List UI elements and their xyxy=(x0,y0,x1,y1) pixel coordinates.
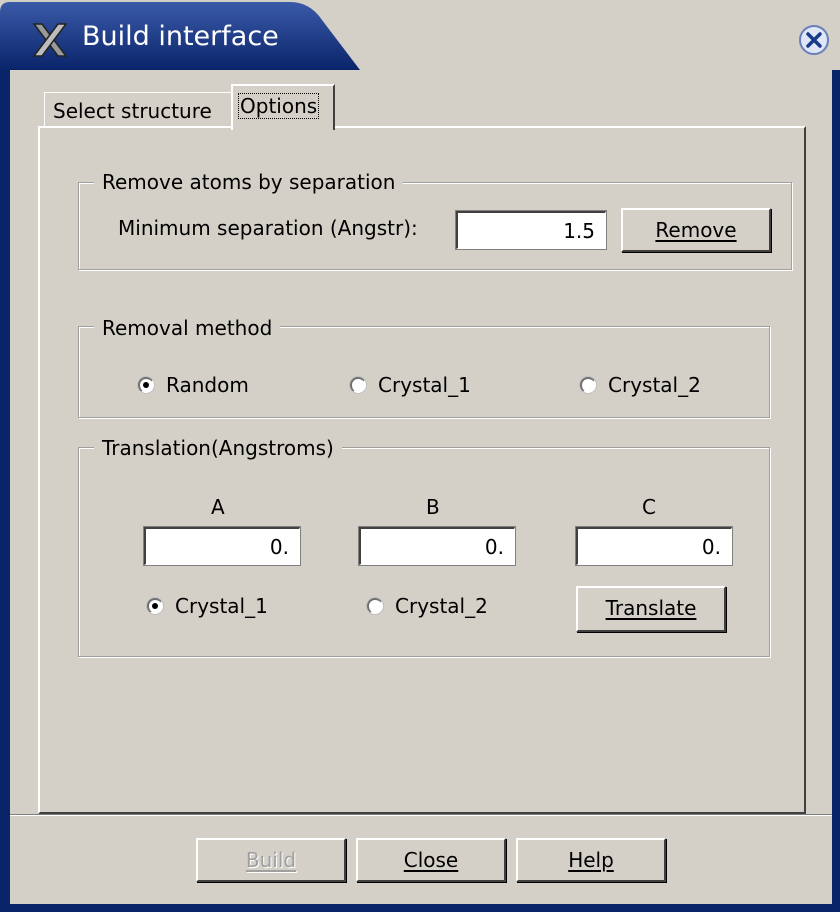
build-button[interactable]: Build xyxy=(196,838,346,882)
radio-label: Crystal_2 xyxy=(395,594,488,618)
x-logo-icon xyxy=(32,23,68,57)
radio-indicator xyxy=(147,598,163,614)
close-icon[interactable] xyxy=(798,24,830,56)
translate-button-label: Translate xyxy=(605,596,697,620)
close-button[interactable]: Close xyxy=(356,838,506,882)
radio-indicator xyxy=(367,598,383,614)
translate-button[interactable]: Translate xyxy=(576,586,726,632)
build-button-label: Build xyxy=(245,848,297,872)
tab-label: Options xyxy=(237,93,320,119)
min-separation-label: Minimum separation (Angstr): xyxy=(118,216,418,240)
window-frame-left xyxy=(0,70,10,912)
translate-a-input[interactable]: 0. xyxy=(143,526,301,566)
min-separation-input[interactable]: 1.5 xyxy=(455,210,607,250)
window-title: Build interface xyxy=(82,21,279,52)
radio-indicator xyxy=(350,377,366,393)
translate-b-input[interactable]: 0. xyxy=(358,526,516,566)
radio-label: Crystal_1 xyxy=(175,594,268,618)
radio-removal-crystal-2[interactable]: Crystal_2 xyxy=(580,373,701,397)
axis-c-label: C xyxy=(642,495,656,519)
radio-label: Crystal_2 xyxy=(608,373,701,397)
removal-method-legend: Removal method xyxy=(94,316,281,340)
close-button-label: Close xyxy=(403,848,459,872)
radio-removal-crystal-1[interactable]: Crystal_1 xyxy=(350,373,471,397)
help-button-label: Help xyxy=(568,848,614,872)
translation-legend: Translation(Angstroms) xyxy=(94,436,342,460)
footer-separator xyxy=(10,814,832,816)
radio-random[interactable]: Random xyxy=(138,373,249,397)
radio-translate-crystal-2[interactable]: Crystal_2 xyxy=(367,594,488,618)
radio-indicator xyxy=(580,377,596,393)
radio-label: Crystal_1 xyxy=(378,373,471,397)
remove-button-label: Remove xyxy=(655,218,737,242)
tab-label: Select structure xyxy=(53,99,212,123)
axis-a-label: A xyxy=(211,495,225,519)
radio-indicator xyxy=(138,377,154,393)
tab-options[interactable]: Options xyxy=(231,84,335,130)
translate-c-input[interactable]: 0. xyxy=(575,526,733,566)
tab-select-structure[interactable]: Select structure xyxy=(44,92,233,127)
radio-label: Random xyxy=(166,373,249,397)
window-frame-right xyxy=(832,70,840,912)
remove-button[interactable]: Remove xyxy=(621,208,771,252)
window-frame-bottom xyxy=(0,904,840,912)
axis-b-label: B xyxy=(426,495,440,519)
remove-atoms-legend: Remove atoms by separation xyxy=(94,170,404,194)
radio-translate-crystal-1[interactable]: Crystal_1 xyxy=(147,594,268,618)
help-button[interactable]: Help xyxy=(516,838,666,882)
